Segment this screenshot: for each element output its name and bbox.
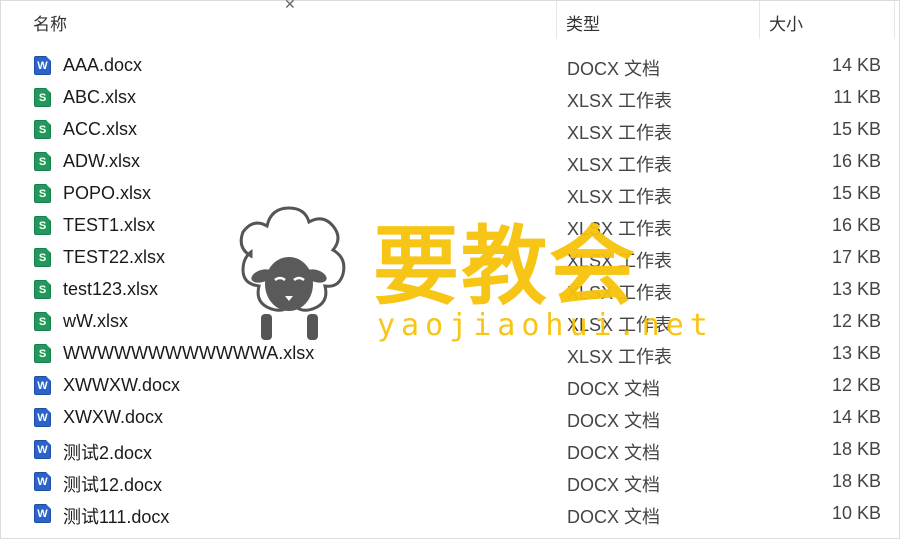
file-size: 17 KB (831, 247, 881, 267)
word-doc-icon: W (34, 408, 51, 427)
spreadsheet-icon: S (34, 312, 51, 331)
file-type: XLSX 工作表 (567, 283, 673, 303)
file-size: 18 KB (831, 471, 881, 491)
spreadsheet-icon: S (34, 152, 51, 171)
file-row[interactable]: Stest123.xlsx XLSX 工作表 13 KB (1, 273, 899, 305)
file-type: XLSX 工作表 (567, 315, 673, 335)
file-type: DOCX 文档 (567, 507, 661, 527)
file-type: DOCX 文档 (567, 475, 661, 495)
file-size: 13 KB (831, 343, 881, 363)
file-name: 测试111.docx (63, 507, 170, 527)
file-size: 12 KB (831, 375, 881, 395)
file-row[interactable]: S ADW.xlsx XLSX 工作表 16 KB (1, 145, 899, 177)
file-size: 15 KB (831, 119, 881, 139)
file-name: test123.xlsx (63, 279, 159, 299)
word-doc-icon: W (34, 472, 51, 491)
file-size: 14 KB (831, 407, 881, 427)
column-divider[interactable] (556, 1, 557, 39)
file-name: XWXW.docx (63, 407, 164, 427)
file-size: 15 KB (831, 183, 881, 203)
spreadsheet-icon: S (34, 184, 51, 203)
word-doc-icon: W (34, 504, 51, 523)
spreadsheet-icon: S (34, 120, 51, 139)
file-name: TEST1.xlsx (63, 215, 156, 235)
spreadsheet-icon: S (34, 344, 51, 363)
file-type: XLSX 工作表 (567, 91, 673, 111)
file-row[interactable]: W 测试111.docx DOCX 文档 10 KB (1, 497, 899, 529)
column-header-name[interactable]: 名称 (33, 10, 67, 35)
file-name: ADW.xlsx (63, 151, 141, 171)
file-name: wW.xlsx (63, 311, 128, 331)
column-header-row: 名称 类型 大小 (1, 1, 899, 39)
file-size: 18 KB (831, 439, 881, 459)
column-header-size[interactable]: 大小 (769, 10, 803, 35)
file-type: DOCX 文档 (567, 443, 661, 463)
spreadsheet-icon: S (34, 248, 51, 267)
file-name: ABC.xlsx (63, 87, 137, 107)
file-type: DOCX 文档 (567, 411, 661, 431)
file-row[interactable]: S TEST22.xlsx XLSX 工作表 17 KB (1, 241, 899, 273)
file-type: XLSX 工作表 (567, 251, 673, 271)
file-list-window: ✕ 名称 类型 大小 W AAA.docx DOCX 文档 14 KB S ABC.xls… (0, 0, 900, 539)
file-row[interactable]: W AAA.docx DOCX 文档 14 KB (1, 49, 899, 81)
file-type: XLSX 工作表 (567, 155, 673, 175)
file-row[interactable]: S ACC.xlsx XLSX 工作表 15 KB (1, 113, 899, 145)
file-name: XWWXW.docx (63, 375, 181, 395)
file-row[interactable]: S ABC.xlsx XLSX 工作表 11 KB (1, 81, 899, 113)
column-divider[interactable] (759, 1, 760, 39)
file-row[interactable]: W 测试12.docx DOCX 文档 18 KB (1, 465, 899, 497)
file-row[interactable]: W XWWXW.docx DOCX 文档 12 KB (1, 369, 899, 401)
file-size: 14 KB (831, 55, 881, 75)
column-header-type[interactable]: 类型 (566, 10, 600, 35)
file-name: 测试2.docx (63, 443, 153, 463)
file-size: 16 KB (831, 151, 881, 171)
file-name: TEST22.xlsx (63, 247, 166, 267)
file-name: POPO.xlsx (63, 183, 152, 203)
spreadsheet-icon: S (34, 280, 51, 299)
file-row[interactable]: SwW.xlsx XLSX 工作表 12 KB (1, 305, 899, 337)
file-size: 11 KB (833, 87, 881, 107)
word-doc-icon: W (34, 56, 51, 75)
file-name: ACC.xlsx (63, 119, 138, 139)
file-type: XLSX 工作表 (567, 347, 673, 367)
file-type: DOCX 文档 (567, 59, 661, 79)
file-type: XLSX 工作表 (567, 219, 673, 239)
file-row[interactable]: S WWWWWWWWWWWWA.xlsx XLSX 工作表 13 KB (1, 337, 899, 369)
file-name: 测试12.docx (63, 475, 163, 495)
file-size: 13 KB (831, 279, 881, 299)
file-size: 10 KB (831, 503, 881, 523)
file-name: AAA.docx (63, 55, 143, 75)
word-doc-icon: W (34, 376, 51, 395)
word-doc-icon: W (34, 440, 51, 459)
file-name: WWWWWWWWWWWWA.xlsx (63, 343, 315, 363)
file-type: DOCX 文档 (567, 379, 661, 399)
file-size: 12 KB (831, 311, 881, 331)
file-row[interactable]: W 测试2.docx DOCX 文档 18 KB (1, 433, 899, 465)
file-row[interactable]: S POPO.xlsx XLSX 工作表 15 KB (1, 177, 899, 209)
file-type: XLSX 工作表 (567, 187, 673, 207)
file-row[interactable]: S TEST1.xlsx XLSX 工作表 16 KB (1, 209, 899, 241)
file-list: W AAA.docx DOCX 文档 14 KB S ABC.xlsx XLSX 工作表 11… (1, 49, 899, 529)
column-divider[interactable] (894, 1, 895, 39)
spreadsheet-icon: S (34, 216, 51, 235)
spreadsheet-icon: S (34, 88, 51, 107)
file-row[interactable]: W XWXW.docx DOCX 文档 14 KB (1, 401, 899, 433)
file-type: XLSX 工作表 (567, 123, 673, 143)
file-size: 16 KB (831, 215, 881, 235)
